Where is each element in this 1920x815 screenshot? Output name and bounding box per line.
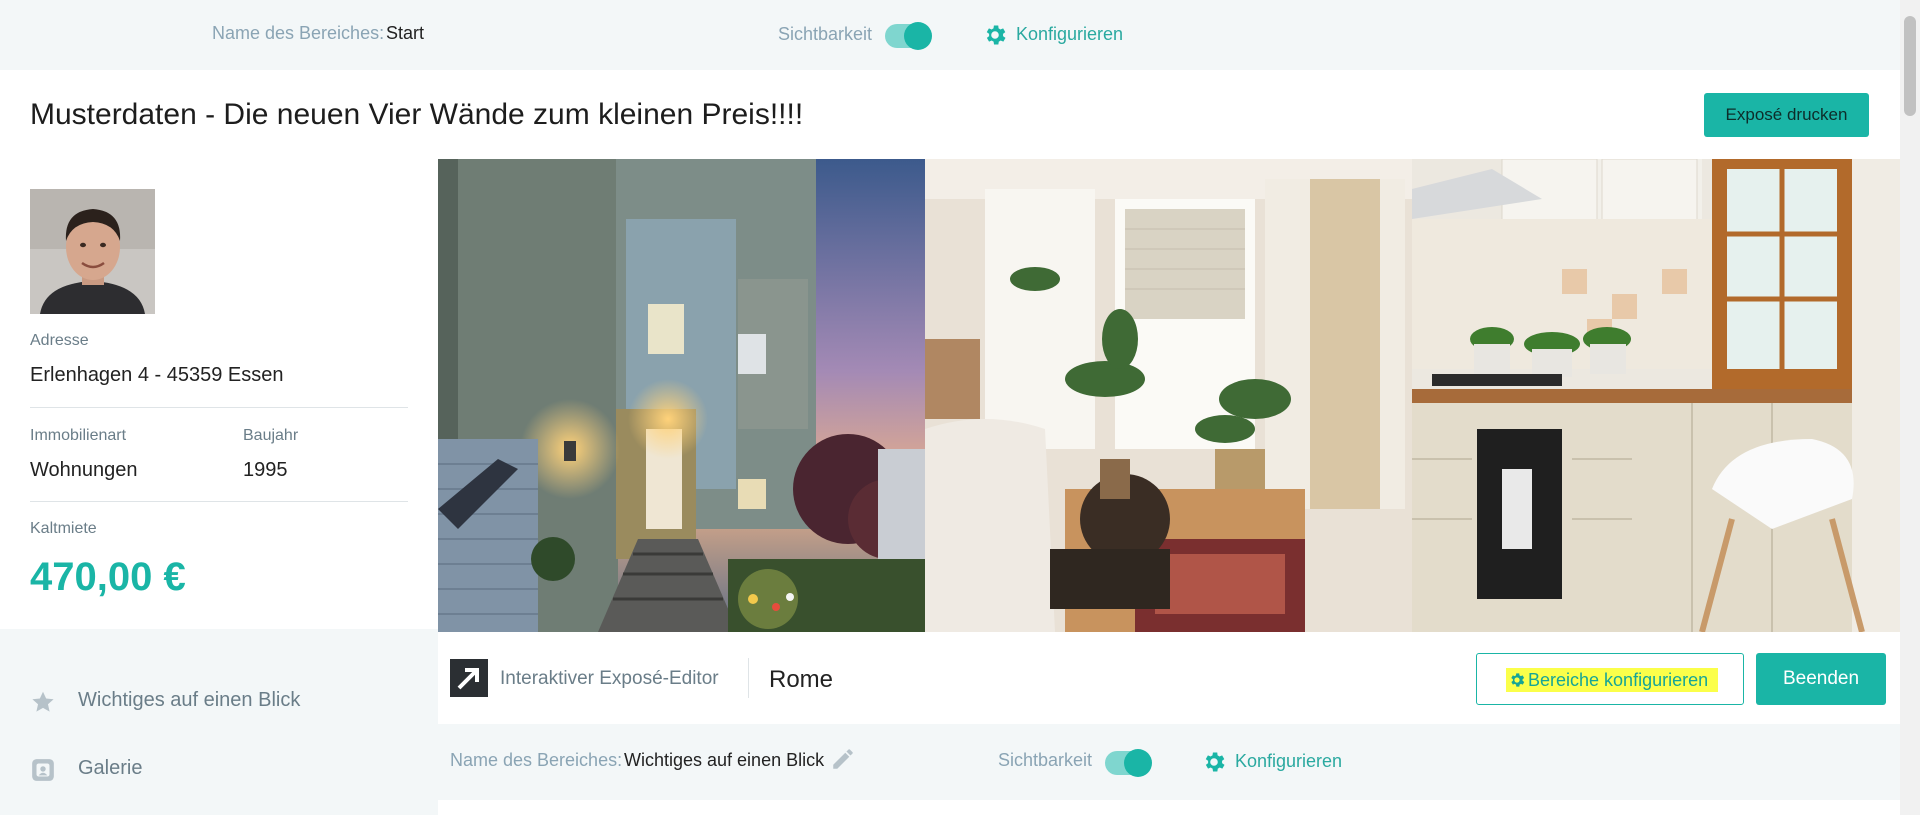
configure-link[interactable]: Konfigurieren (1235, 751, 1342, 772)
sidebar-nav: Wichtiges auf einen Blick Galerie (0, 631, 438, 815)
gallery-photo-kitchen[interactable] (1412, 159, 1900, 632)
gallery-photo-house[interactable] (438, 159, 925, 632)
page-title: Musterdaten - Die neuen Vier Wände zum k… (30, 98, 804, 131)
property-type-label: Immobilienart (30, 427, 127, 444)
toggle-knob (1124, 749, 1152, 777)
kitchen-photo (1412, 159, 1900, 632)
area-name-label: Name des Bereiches: (450, 750, 623, 770)
visibility-label: Sichtbarkeit (778, 24, 873, 44)
rent-price: 470,00 € (30, 555, 186, 599)
area-name-label: Name des Bereiches: (212, 23, 385, 43)
editor-logo-icon (450, 659, 488, 697)
gear-icon[interactable] (982, 22, 1008, 48)
title-bar: Musterdaten - Die neuen Vier Wände zum k… (0, 70, 1900, 159)
theme-name: Rome (769, 666, 834, 693)
gear-icon[interactable] (1201, 749, 1227, 775)
configure-areas-label: Bereiche konfigurieren (1528, 669, 1709, 690)
gallery-icon (32, 759, 54, 781)
section-config-bar: Name des Bereiches: Wichtiges auf einen … (438, 724, 1900, 800)
finish-button[interactable]: Beenden (1756, 653, 1886, 705)
avatar-image (30, 189, 155, 314)
address-value: Erlenhagen 4 - 45359 Essen (30, 364, 284, 386)
highlighted-label: Bereiche konfigurieren (1506, 668, 1719, 692)
divider (30, 407, 408, 408)
section-content (438, 800, 1900, 815)
build-year-value: 1995 (243, 459, 288, 481)
top-config-bar: Name des Bereiches: Start Sichtbarkeit K… (0, 0, 1900, 70)
gallery-photo-living-room[interactable] (925, 159, 1412, 632)
photo-gallery[interactable] (438, 159, 1900, 632)
area-name-value[interactable]: Start (386, 23, 424, 44)
visibility-toggle[interactable] (1105, 749, 1152, 777)
nav-item-overview[interactable]: Wichtiges auf einen Blick (30, 681, 410, 721)
divider (748, 658, 749, 698)
visibility-label: Sichtbarkeit (998, 750, 1093, 770)
gear-icon (1511, 673, 1525, 687)
configure-link[interactable]: Konfigurieren (1016, 24, 1123, 45)
page-scrollbar[interactable] (1900, 0, 1920, 815)
nav-item-label: Wichtiges auf einen Blick (78, 689, 301, 711)
star-icon (32, 691, 54, 712)
agent-avatar (30, 189, 155, 314)
editor-bar: Interaktiver Exposé-Editor Rome Bereiche… (438, 632, 1900, 724)
pencil-icon[interactable] (830, 746, 856, 772)
address-label: Adresse (30, 332, 89, 349)
print-expose-button[interactable]: Exposé drucken (1704, 93, 1869, 137)
visibility-toggle[interactable] (885, 22, 932, 50)
divider (30, 501, 408, 502)
nav-item-label: Galerie (78, 757, 143, 779)
property-sidebar: Adresse Erlenhagen 4 - 45359 Essen Immob… (0, 159, 438, 629)
rent-label: Kaltmiete (30, 520, 97, 537)
area-name-value[interactable]: Wichtiges auf einen Blick (624, 750, 824, 771)
house-photo (438, 159, 925, 632)
editor-name: Interaktiver Exposé-Editor (500, 668, 719, 689)
scrollbar-thumb[interactable] (1904, 16, 1916, 116)
property-type-value: Wohnungen (30, 459, 138, 481)
living-room-photo (925, 159, 1412, 632)
configure-areas-button[interactable]: Bereiche konfigurieren (1476, 653, 1744, 705)
nav-item-gallery[interactable]: Galerie (30, 749, 410, 789)
build-year-label: Baujahr (243, 427, 299, 444)
toggle-knob (904, 22, 932, 50)
